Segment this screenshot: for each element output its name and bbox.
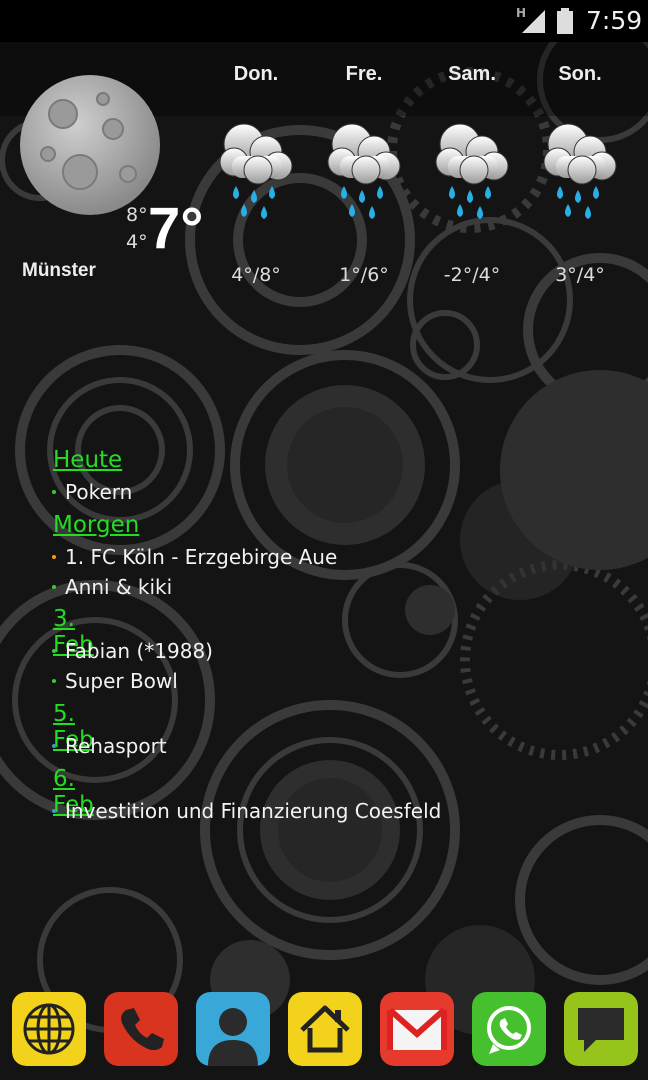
signal-icon: [522, 10, 545, 33]
gmail-icon[interactable]: [380, 992, 454, 1066]
agenda-item-text: Rehasport: [65, 734, 167, 758]
whatsapp-icon[interactable]: [472, 992, 546, 1066]
high-temp: 8°: [126, 204, 148, 226]
agenda-item[interactable]: Fabian (*1988): [52, 639, 213, 663]
agenda-item-text: Pokern: [65, 480, 133, 504]
agenda-item-text: Anni & kiki: [65, 575, 173, 599]
agenda-item-text: Investition und Finanzierung Coesfeld: [65, 799, 442, 823]
contacts-icon[interactable]: [196, 992, 270, 1066]
agenda-heading[interactable]: Morgen: [53, 512, 139, 538]
event-color-dot: [52, 554, 56, 559]
forecast-temps: 4°/8°: [231, 264, 281, 286]
agenda-item[interactable]: Pokern: [52, 480, 132, 504]
forecast-day: Son.: [558, 63, 602, 85]
rain-cloud-icon: [543, 123, 617, 220]
low-temp: 4°: [126, 231, 148, 253]
rain-cloud-icon: [435, 123, 509, 220]
home-icon[interactable]: [288, 992, 362, 1066]
agenda-item[interactable]: 1. FC Köln - Erzgebirge Aue: [52, 545, 337, 569]
forecast-temps: 3°/4°: [555, 264, 605, 286]
status-bar: H 7:59: [0, 0, 648, 42]
globe-icon[interactable]: [12, 992, 86, 1066]
event-color-dot: [52, 743, 56, 748]
event-color-dot: [52, 489, 56, 494]
current-weather-moon-icon[interactable]: [18, 74, 163, 216]
clock: 7:59: [586, 6, 643, 35]
rain-cloud-icon: [327, 123, 401, 220]
forecast-temps: -2°/4°: [443, 264, 501, 286]
agenda-item[interactable]: Anni & kiki: [52, 575, 172, 599]
event-color-dot: [52, 678, 56, 683]
event-color-dot: [52, 808, 56, 813]
agenda-item[interactable]: Rehasport: [52, 734, 167, 758]
forecast-day: Sam.: [448, 63, 496, 85]
battery-icon: [557, 8, 573, 34]
phone-icon[interactable]: [104, 992, 178, 1066]
event-color-dot: [52, 648, 56, 653]
agenda-item[interactable]: Investition und Finanzierung Coesfeld: [52, 799, 441, 823]
event-color-dot: [52, 584, 56, 589]
agenda-item-text: 1. FC Köln - Erzgebirge Aue: [65, 545, 338, 569]
agenda-item-text: Fabian (*1988): [65, 639, 213, 663]
messaging-icon[interactable]: [564, 992, 638, 1066]
forecast-day: Don.: [233, 63, 279, 85]
forecast-day: Fre.: [345, 63, 383, 85]
agenda-item-text: Super Bowl: [65, 669, 178, 693]
rain-cloud-icon: [219, 123, 293, 220]
agenda-heading[interactable]: Heute: [53, 447, 122, 473]
current-temp: 7°: [148, 196, 204, 261]
agenda-item[interactable]: Super Bowl: [52, 669, 178, 693]
forecast-temps: 1°/6°: [339, 264, 389, 286]
city-name: Münster: [22, 260, 96, 281]
